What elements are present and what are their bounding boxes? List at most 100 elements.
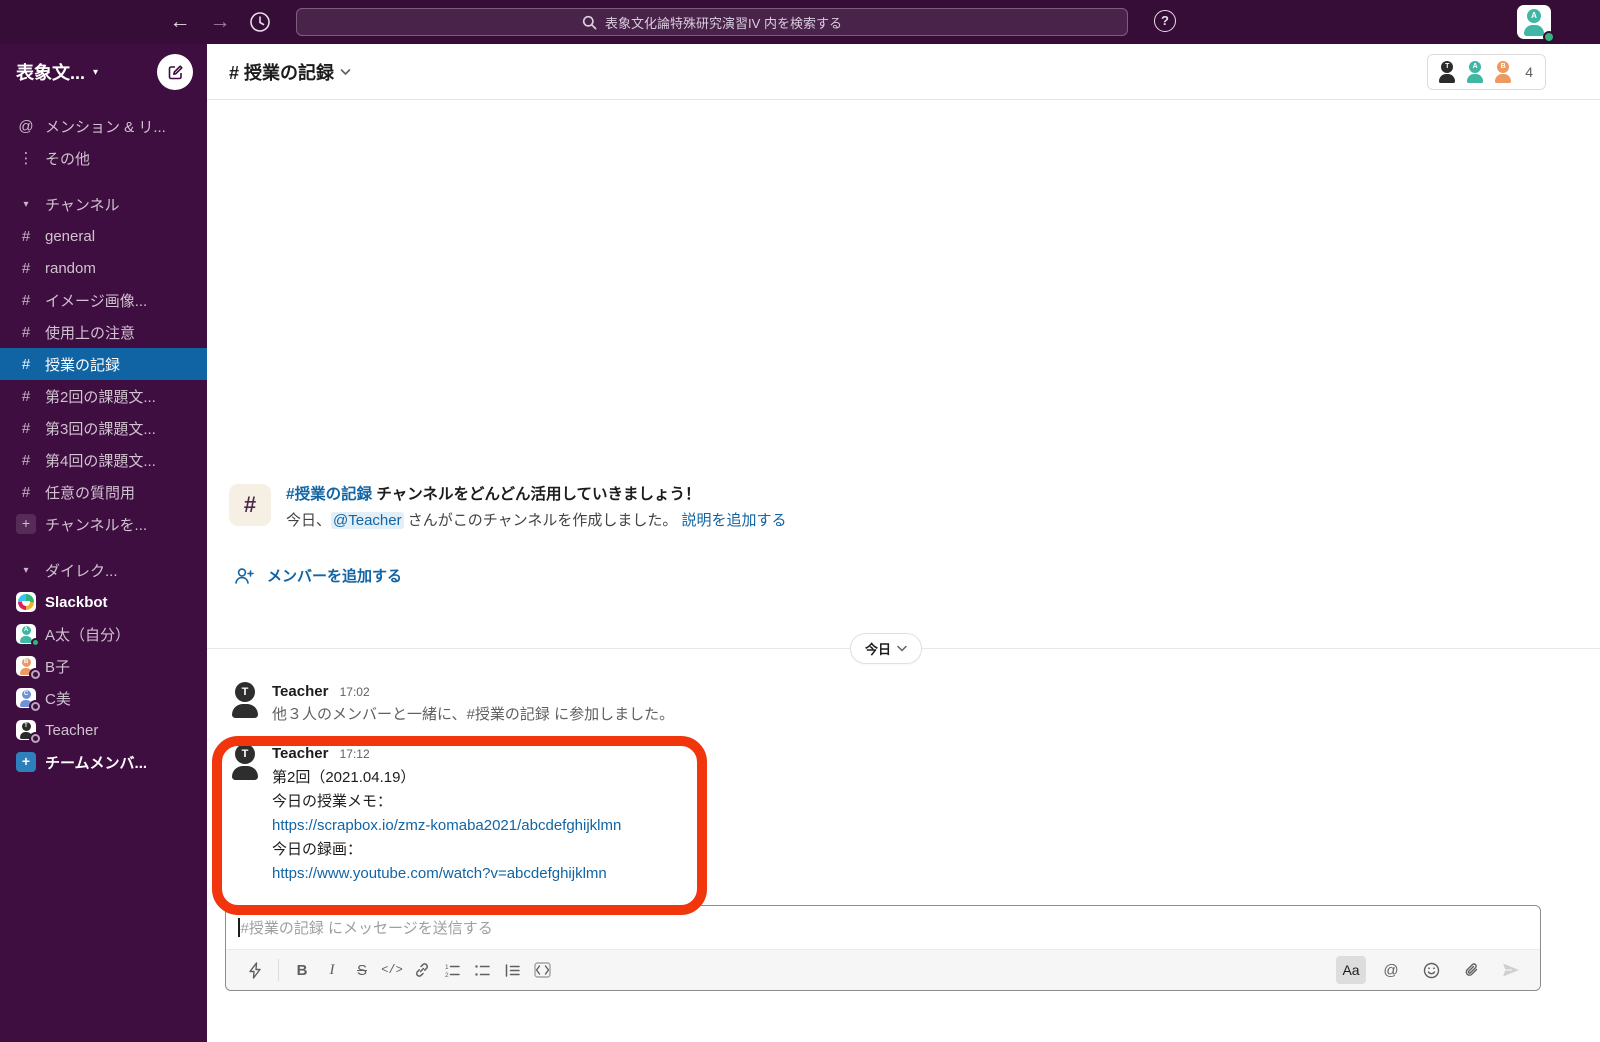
add-description-link[interactable]: 説明を追加する	[682, 512, 787, 529]
chevron-down-icon: ▾	[93, 66, 99, 78]
chevron-down-icon	[340, 69, 351, 75]
message-link-line: https://scrapbox.io/zmz-komaba2021/abcde…	[272, 814, 621, 838]
message-author[interactable]: Teacher	[272, 683, 328, 700]
message-text-line: 今日の授業メモ：	[272, 793, 393, 810]
sidebar-item-dots[interactable]: ⋮ その他	[0, 142, 207, 174]
channel-members-button[interactable]: TAB 4	[1427, 54, 1546, 90]
presence-dot	[31, 670, 40, 679]
mention-button[interactable]: @	[1376, 956, 1406, 984]
sidebar-channel[interactable]: # general	[0, 220, 207, 252]
sidebar-channel[interactable]: # 第2回の課題文...	[0, 380, 207, 412]
sidebar-channel[interactable]: # 第3回の課題文...	[0, 412, 207, 444]
slack-window: ← → 表象文化論特殊研究演習IV 内を検索する ? A 表象文... ▾ @ メ…	[0, 0, 1600, 1042]
bold-button[interactable]: B	[287, 956, 317, 984]
workspace-switcher[interactable]: 表象文... ▾	[0, 44, 207, 100]
code-block-button[interactable]	[527, 956, 557, 984]
sidebar-item-at[interactable]: @ メンション & リ...	[0, 110, 207, 142]
user-avatar[interactable]: A	[1517, 5, 1555, 43]
intro-channel-link[interactable]: #授業の記録	[286, 486, 372, 503]
sidebar-dm[interactable]: A A太（自分）	[0, 618, 207, 650]
history-back-button[interactable]: ←	[165, 7, 195, 37]
avatar-body	[1524, 25, 1544, 36]
channel-label: イメージ画像...	[45, 292, 148, 310]
sidebar-channel[interactable]: # 第4回の課題文...	[0, 444, 207, 476]
sidebar-channel[interactable]: # 授業の記録	[0, 348, 207, 380]
message-input[interactable]: #授業の記録 にメッセージを送信する	[226, 906, 1540, 949]
send-button[interactable]	[1496, 956, 1526, 984]
blockquote-button[interactable]	[497, 956, 527, 984]
sidebar-section-channels[interactable]: ▾ チャンネル	[0, 188, 207, 220]
help-icon[interactable]: ?	[1154, 10, 1176, 32]
avatar[interactable]: T	[227, 744, 263, 782]
sidebar-dm[interactable]: C C美	[0, 682, 207, 714]
mention-teacher[interactable]: @Teacher	[331, 512, 404, 529]
message-author[interactable]: Teacher	[272, 745, 328, 762]
person-add-icon	[235, 567, 254, 584]
message-timestamp[interactable]: 17:02	[340, 685, 370, 699]
sidebar-channel[interactable]: # random	[0, 252, 207, 284]
main-panel: # 授業の記録 TAB 4 # #授業の記録 チャンネルをどんどん活用していきま…	[207, 44, 1600, 1042]
dm-label: C美	[45, 690, 71, 708]
composer-toolbar: B I S </> 12 Aa @	[226, 949, 1540, 990]
channel-title: # 授業の記録	[229, 63, 335, 83]
italic-button[interactable]: I	[317, 956, 347, 984]
date-divider-pill[interactable]: 今日	[849, 633, 923, 664]
chevron-down-icon	[897, 645, 907, 652]
channel-title-button[interactable]: # 授業の記録	[229, 59, 351, 85]
dm-label: Teacher	[45, 721, 99, 739]
channel-label: random	[45, 259, 96, 277]
sidebar-section-dms[interactable]: ▾ ダイレク...	[0, 554, 207, 586]
message-link[interactable]: https://www.youtube.com/watch?v=abcdefgh…	[272, 862, 607, 886]
history-forward-button[interactable]: →	[205, 7, 235, 37]
member-avatar: A	[1464, 60, 1486, 84]
bulleted-list-button[interactable]	[467, 956, 497, 984]
sidebar-dm[interactable]: Slackbot	[0, 586, 207, 618]
channel-label: 第3回の課題文...	[45, 420, 156, 438]
top-bar: ← → 表象文化論特殊研究演習IV 内を検索する ? A	[0, 0, 1600, 44]
presence-dot	[31, 702, 40, 711]
hash-icon: #	[21, 323, 31, 341]
formatting-toggle-button[interactable]: Aa	[1336, 956, 1366, 984]
sidebar-channel[interactable]: # 使用上の注意	[0, 316, 207, 348]
sidebar-add-channel[interactable]: + チャンネルを...	[0, 508, 207, 540]
message-text-line: 第2回（2021.04.19）	[272, 769, 416, 786]
message-timestamp[interactable]: 17:12	[340, 747, 370, 761]
history-clock-icon[interactable]	[249, 11, 271, 33]
presence-dot	[31, 638, 40, 647]
channel-link[interactable]: #授業の記録	[467, 706, 550, 723]
link-button[interactable]	[407, 956, 437, 984]
add-member-button[interactable]: メンバーを追加する	[233, 565, 402, 586]
dm-label: B子	[45, 658, 71, 676]
sidebar-dm[interactable]: T Teacher	[0, 714, 207, 746]
avatar[interactable]: T	[227, 682, 263, 720]
dm-avatar: T	[16, 720, 40, 743]
at-icon: @	[18, 117, 34, 135]
svg-text:2: 2	[445, 972, 449, 978]
member-avatar: B	[1492, 60, 1514, 84]
hash-icon: #	[229, 484, 271, 526]
message-link-line: https://www.youtube.com/watch?v=abcdefgh…	[272, 862, 621, 886]
ordered-list-button[interactable]: 12	[437, 956, 467, 984]
message-body: 第2回（2021.04.19） 今日の授業メモ： https://scrapbox.…	[272, 766, 621, 886]
attachment-paperclip-icon[interactable]	[1456, 956, 1486, 984]
sidebar: 表象文... ▾ @ メンション & リ... ⋮ その他 ▾ チャンネル # gene…	[0, 44, 207, 1042]
search-icon	[582, 15, 597, 29]
sidebar-dm[interactable]: B B子	[0, 650, 207, 682]
compose-icon	[168, 64, 183, 79]
emoji-button[interactable]	[1416, 956, 1446, 984]
dm-avatar: C	[16, 688, 40, 711]
plus-icon: +	[16, 752, 36, 772]
message-link[interactable]: https://scrapbox.io/zmz-komaba2021/abcde…	[272, 814, 621, 838]
sidebar-channel[interactable]: # 任意の質問用	[0, 476, 207, 508]
shortcuts-lightning-icon[interactable]	[240, 956, 270, 984]
sidebar-channel[interactable]: # イメージ画像...	[0, 284, 207, 316]
strikethrough-button[interactable]: S	[347, 956, 377, 984]
search-input[interactable]: 表象文化論特殊研究演習IV 内を検索する	[296, 8, 1128, 36]
compose-button[interactable]	[157, 54, 193, 90]
dm-label: A太（自分）	[45, 626, 131, 644]
channel-label: 授業の記録	[45, 356, 121, 374]
sidebar-add-teammates[interactable]: + チームメンバ...	[0, 746, 207, 778]
toolbar-divider	[278, 959, 279, 981]
workspace-name: 表象文...	[16, 63, 86, 83]
code-button[interactable]: </>	[377, 956, 407, 984]
